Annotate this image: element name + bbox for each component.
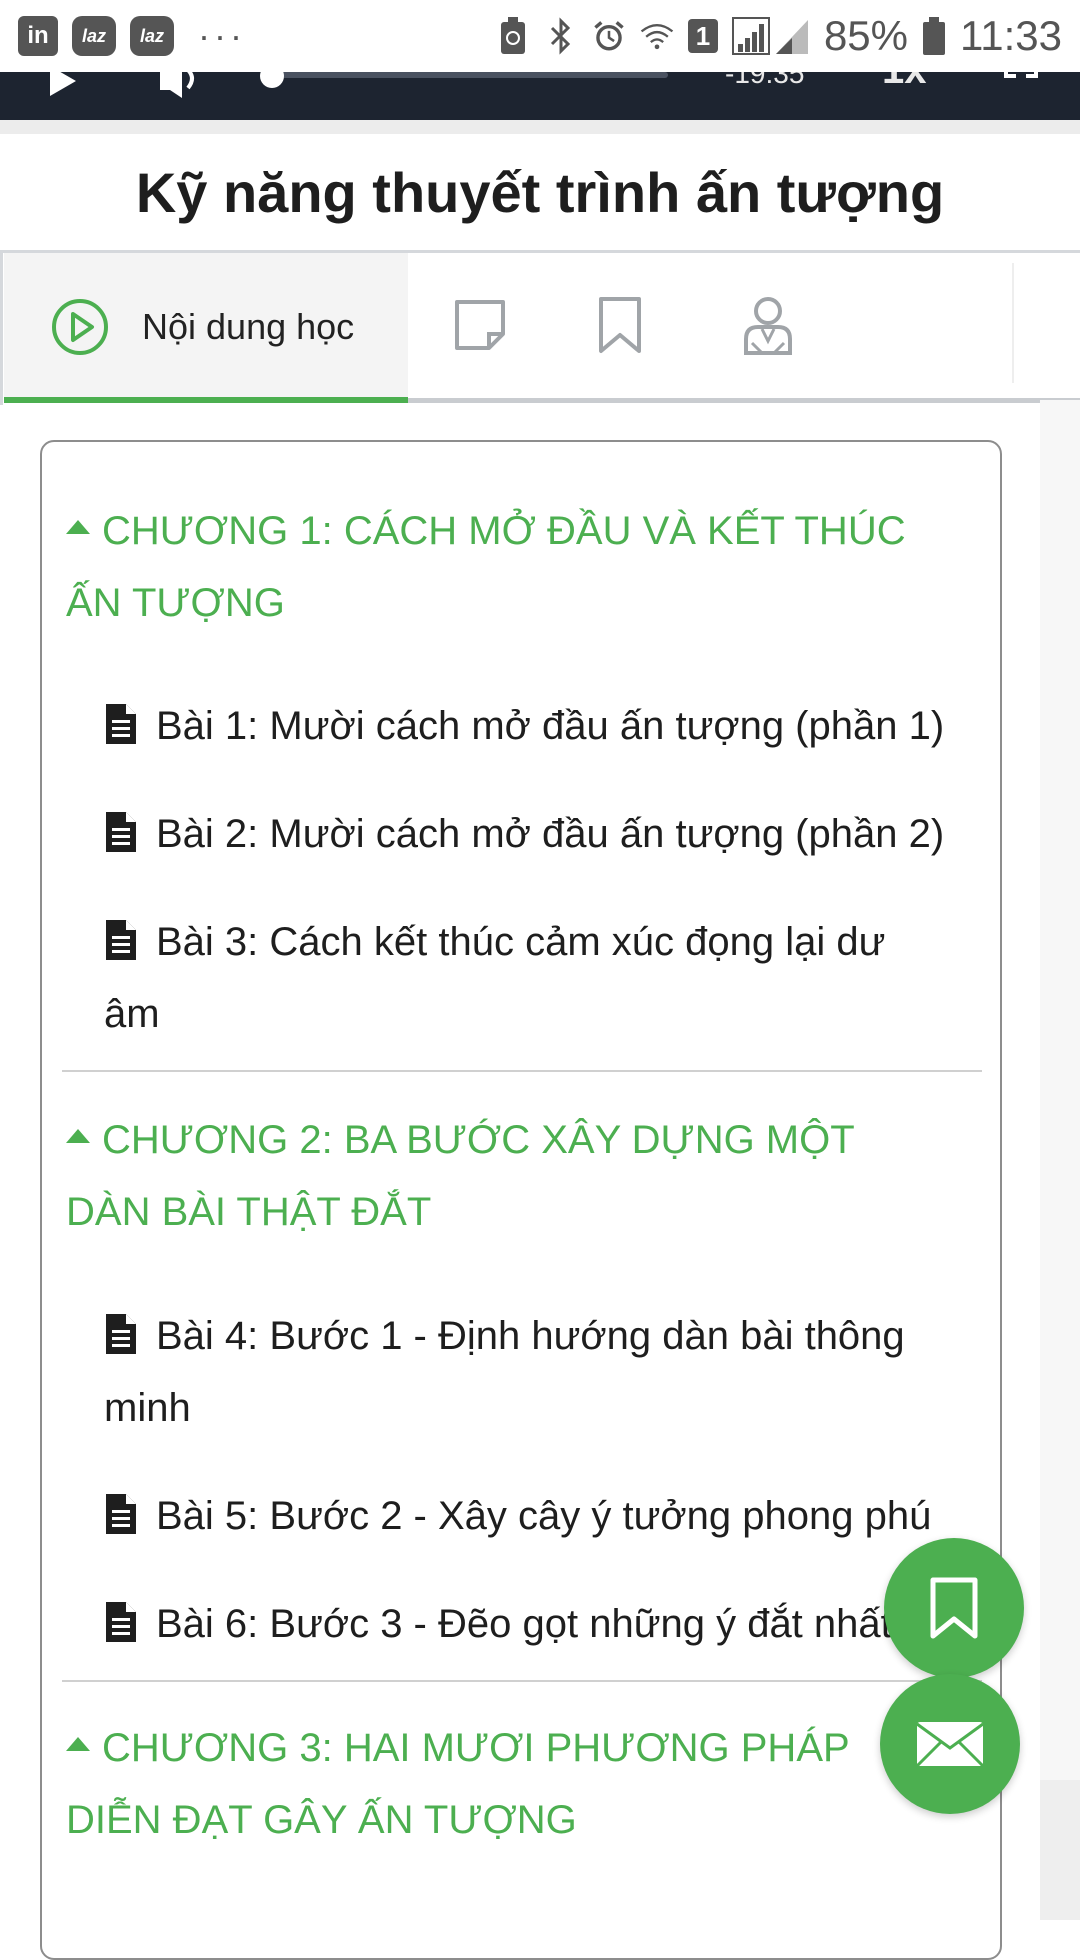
signal-icon bbox=[731, 16, 810, 56]
linkedin-icon: in bbox=[18, 16, 58, 56]
lesson-title: Bài 4: Bước 1 - Định hướng dàn bài thông… bbox=[104, 1314, 905, 1430]
play-icon[interactable] bbox=[48, 72, 78, 101]
progress-track[interactable] bbox=[272, 72, 668, 78]
document-icon bbox=[106, 1494, 136, 1535]
chapter-title: CHƯƠNG 2: BA BƯỚC XÂY DỰNG MỘT DÀN BÀI T… bbox=[66, 1118, 854, 1234]
tab-bar-baseline bbox=[408, 398, 1080, 403]
playback-speed-button[interactable]: 1x bbox=[882, 72, 927, 93]
document-icon bbox=[106, 1314, 136, 1355]
document-icon bbox=[106, 920, 136, 961]
instructor-icon bbox=[744, 297, 792, 355]
volume-icon[interactable] bbox=[158, 72, 202, 107]
document-icon bbox=[106, 812, 136, 853]
lesson-item[interactable]: Bài 1: Mười cách mở đầu ấn tượng (phần 1… bbox=[104, 690, 984, 762]
divider bbox=[0, 120, 1080, 134]
lazada-icon: laz bbox=[130, 16, 174, 56]
bookmark-icon bbox=[599, 297, 641, 353]
divider bbox=[62, 1680, 982, 1682]
lesson-title: Bài 2: Mười cách mở đầu ấn tượng (phần 2… bbox=[156, 812, 945, 856]
mail-icon bbox=[915, 1722, 985, 1768]
chapter-3-header[interactable]: CHƯƠNG 3: HAI MƯƠI PHƯƠNG PHÁP DIỄN ĐẠT … bbox=[66, 1712, 946, 1856]
status-bar: in laz laz ··· 1 85% 11:33 bbox=[0, 0, 1080, 72]
tab-lesson-content[interactable]: Nội dung học bbox=[4, 253, 408, 401]
clock: 11:33 bbox=[960, 12, 1062, 59]
bookmark-icon bbox=[930, 1577, 978, 1639]
alarm-icon bbox=[592, 16, 626, 56]
time-remaining: -19:35 bbox=[725, 72, 805, 89]
lesson-item[interactable]: Bài 6: Bước 3 - Đẽo gọt những ý đắt nhất bbox=[104, 1588, 940, 1660]
divider bbox=[62, 1070, 982, 1072]
play-circle-icon bbox=[52, 299, 108, 355]
chapter-title: CHƯƠNG 1: CÁCH MỞ ĐẦU VÀ KẾT THÚC ẤN TƯỢ… bbox=[66, 509, 906, 625]
tab-instructor[interactable] bbox=[738, 293, 798, 357]
divider bbox=[1012, 263, 1014, 383]
fullscreen-icon[interactable] bbox=[1004, 72, 1038, 87]
lesson-title: Bài 3: Cách kết thúc cảm xúc đọng lại dư… bbox=[104, 920, 886, 1036]
tab-notes[interactable] bbox=[450, 293, 510, 357]
lazada-icon: laz bbox=[72, 16, 116, 56]
tab-bookmarks[interactable] bbox=[590, 293, 650, 357]
wifi-icon bbox=[640, 16, 674, 56]
scrollbar[interactable] bbox=[1040, 1780, 1080, 1920]
caret-up-icon bbox=[66, 520, 90, 535]
bookmark-fab[interactable] bbox=[884, 1538, 1024, 1678]
video-controls: -19:35 1x bbox=[0, 72, 1080, 120]
chapter-2-header[interactable]: CHƯƠNG 2: BA BƯỚC XÂY DỰNG MỘT DÀN BÀI T… bbox=[66, 1104, 946, 1248]
bluetooth-icon bbox=[544, 16, 578, 56]
lesson-item[interactable]: Bài 3: Cách kết thúc cảm xúc đọng lại dư… bbox=[104, 906, 944, 1050]
lesson-title: Bài 1: Mười cách mở đầu ấn tượng (phần 1… bbox=[156, 704, 945, 748]
caret-up-icon bbox=[66, 1737, 90, 1752]
battery-icon bbox=[922, 16, 946, 56]
progress-knob[interactable] bbox=[260, 72, 284, 88]
course-title: Kỹ năng thuyết trình ấn tượng bbox=[135, 161, 945, 224]
message-fab[interactable] bbox=[880, 1674, 1020, 1814]
lesson-item[interactable]: Bài 2: Mười cách mở đầu ấn tượng (phần 2… bbox=[104, 798, 984, 870]
lesson-item[interactable]: Bài 5: Bước 2 - Xây cây ý tưởng phong ph… bbox=[104, 1480, 984, 1552]
caret-up-icon bbox=[66, 1129, 90, 1144]
lesson-item[interactable]: Bài 4: Bước 1 - Định hướng dàn bài thông… bbox=[104, 1300, 944, 1444]
lesson-title: Bài 5: Bước 2 - Xây cây ý tưởng phong ph… bbox=[156, 1494, 932, 1538]
document-icon bbox=[106, 1602, 136, 1643]
scroll-gutter bbox=[1040, 400, 1080, 1780]
note-icon bbox=[455, 300, 505, 350]
document-icon bbox=[106, 704, 136, 745]
tab-label: Nội dung học bbox=[142, 306, 355, 347]
active-tab-indicator bbox=[4, 397, 408, 403]
lesson-title: Bài 6: Bước 3 - Đẽo gọt những ý đắt nhất bbox=[156, 1602, 892, 1646]
tab-bar: Nội dung học bbox=[0, 253, 1080, 403]
chapter-title: CHƯƠNG 3: HAI MƯƠI PHƯƠNG PHÁP DIỄN ĐẠT … bbox=[66, 1726, 849, 1842]
sim-slot-icon: 1 bbox=[687, 19, 718, 53]
divider bbox=[0, 253, 3, 405]
battery-percent: 85% bbox=[823, 12, 908, 59]
recycle-battery-icon bbox=[496, 16, 530, 56]
chapter-1-header[interactable]: CHƯƠNG 1: CÁCH MỞ ĐẦU VÀ KẾT THÚC ẤN TƯỢ… bbox=[66, 495, 966, 639]
more-notifications-icon: ··· bbox=[198, 15, 246, 56]
